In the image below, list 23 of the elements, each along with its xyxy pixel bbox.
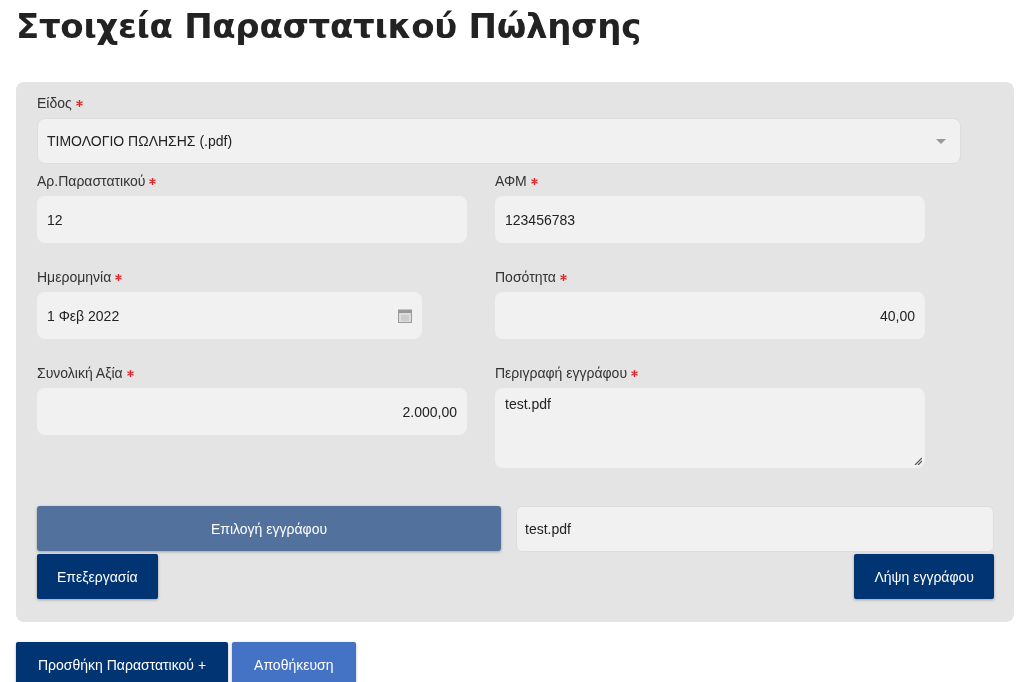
- field-label: Συνολική Αξία: [37, 365, 123, 381]
- field-label: Ποσότητα: [495, 269, 556, 285]
- save-button[interactable]: Αποθήκευση: [232, 642, 356, 682]
- date-field[interactable]: 1 Φεβ 2022: [37, 292, 422, 339]
- field-label: Περιγραφή εγγράφου: [495, 365, 628, 381]
- input-field[interactable]: 40,00: [495, 292, 925, 339]
- select-field[interactable]: ΤΙΜΟΛΟΓΙΟ ΠΩΛΗΣΗΣ (.pdf): [37, 118, 961, 164]
- field-label: ΑΦΜ: [495, 173, 527, 189]
- add-document-button[interactable]: Προσθήκη Παραστατικού +: [16, 642, 229, 682]
- input-field[interactable]: 12: [37, 196, 467, 243]
- resize-handle-icon[interactable]: [914, 457, 922, 465]
- field-label: Ημερομηνία: [37, 269, 112, 285]
- choose-file-button[interactable]: Επιλογή εγγράφου: [37, 506, 501, 551]
- field-label: Αρ.Παραστατικού: [37, 173, 146, 189]
- field-label: Είδος: [37, 95, 72, 111]
- download-button[interactable]: Λήψη εγγράφου: [854, 554, 994, 599]
- file-name-field[interactable]: test.pdf: [516, 506, 994, 552]
- caret-icon: [936, 139, 946, 144]
- input-field[interactable]: 123456783: [495, 196, 925, 243]
- input-field[interactable]: 2.000,00: [37, 388, 467, 435]
- edit-button[interactable]: Επεξεργασία: [37, 554, 158, 599]
- text-area[interactable]: test.pdf: [495, 388, 925, 468]
- page-title: Στοιχεία Παραστατικού Πώλησης: [16, 6, 641, 46]
